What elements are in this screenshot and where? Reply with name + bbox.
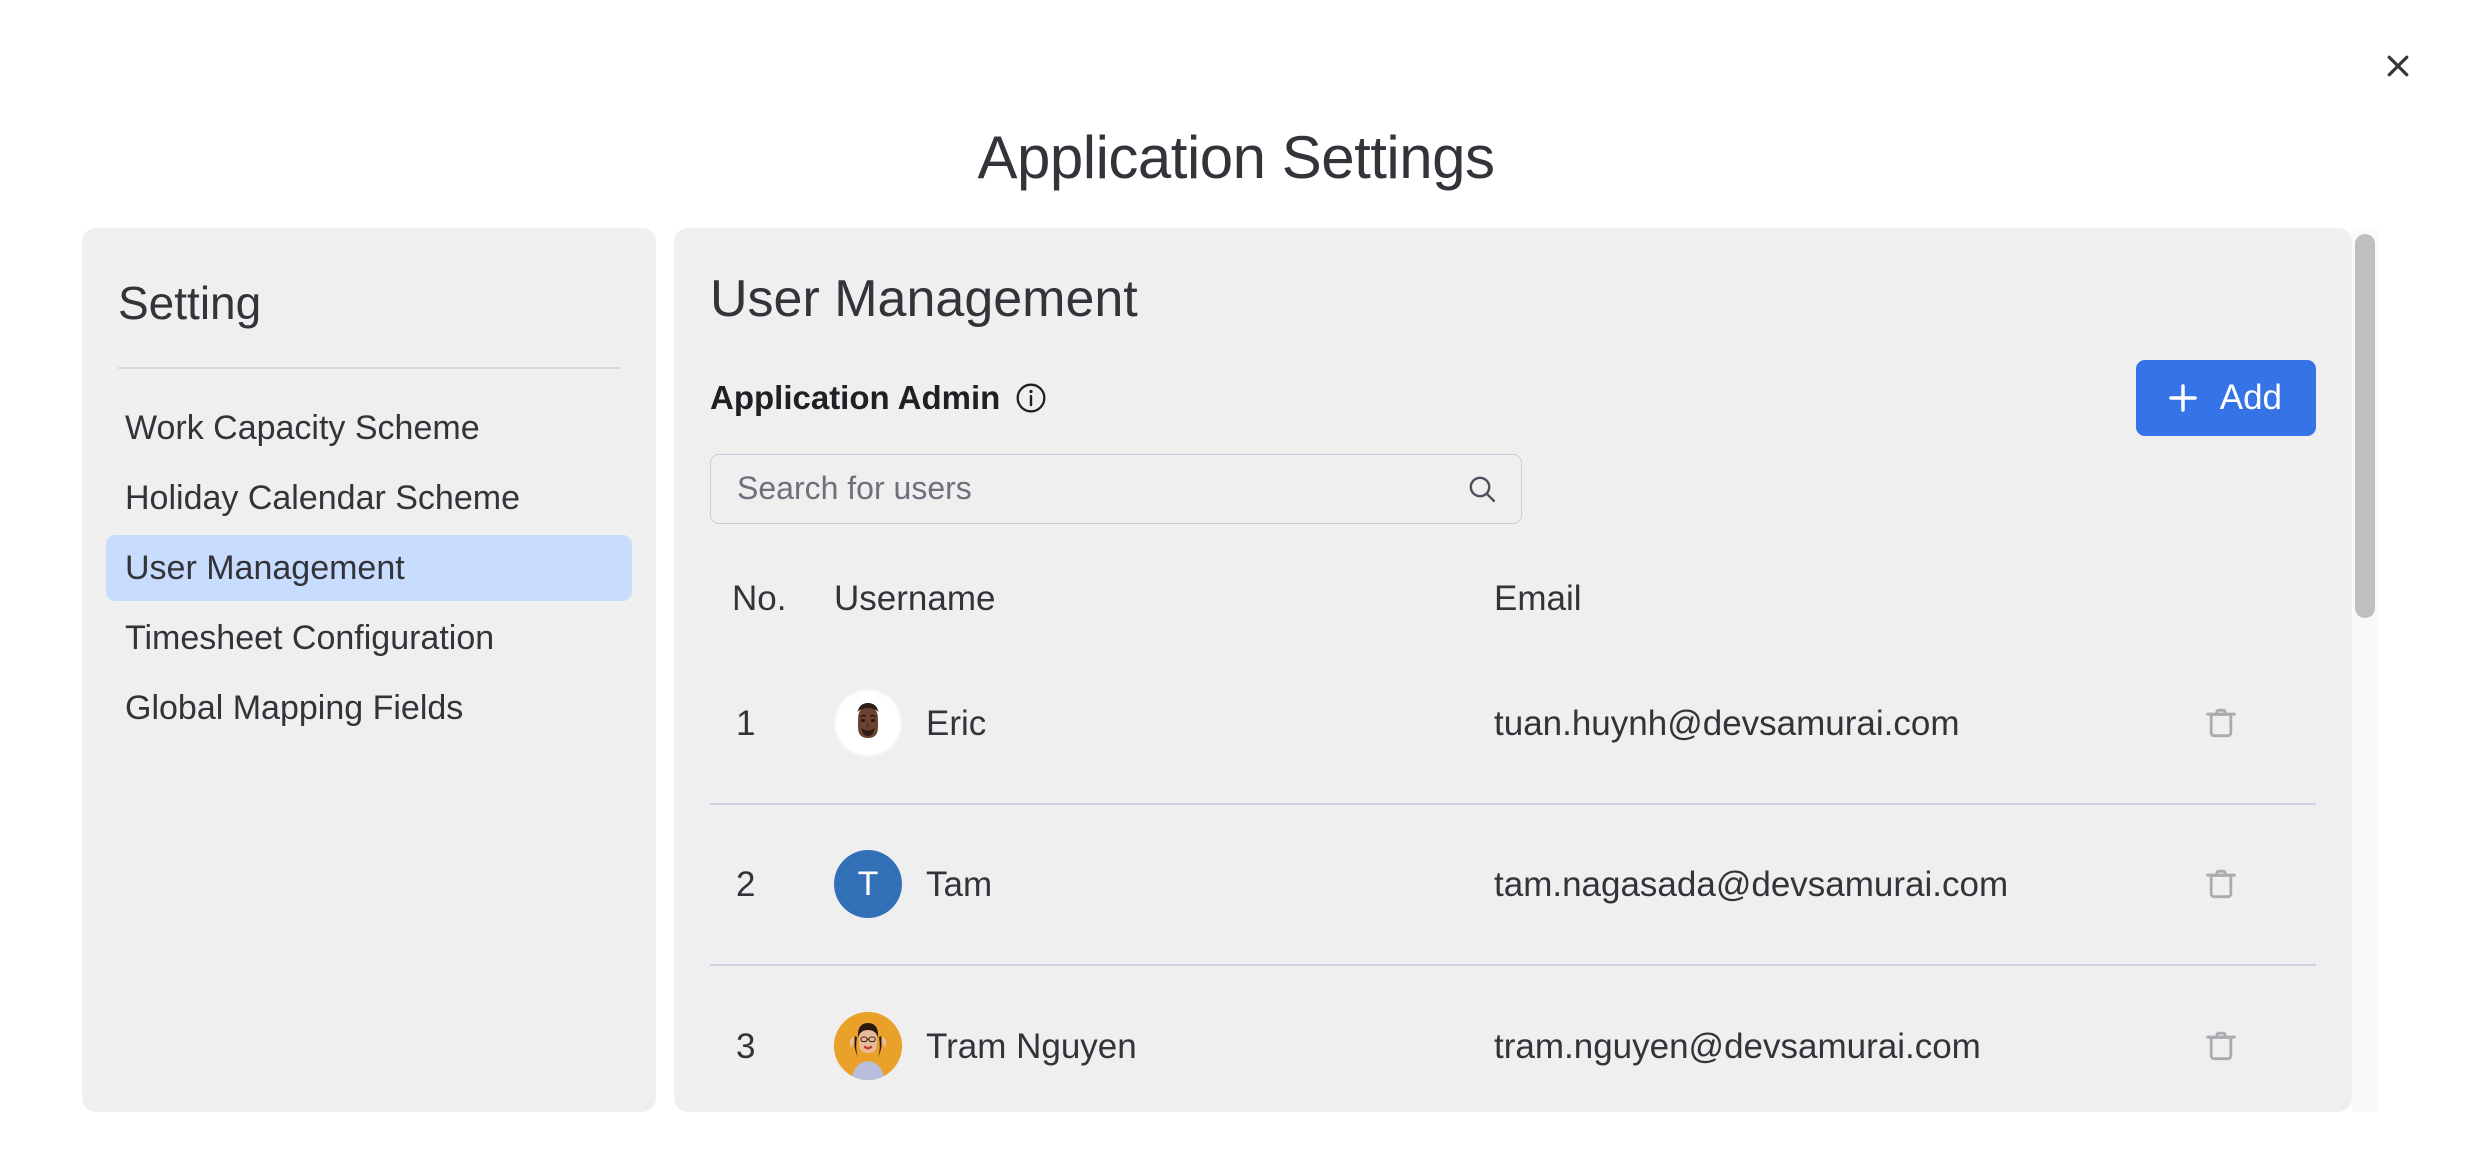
- sidebar-item-work-capacity-scheme[interactable]: Work Capacity Scheme: [106, 395, 632, 461]
- sidebar-item-label: User Management: [125, 551, 405, 585]
- sidebar-item-label: Holiday Calendar Scheme: [125, 481, 520, 515]
- sidebar-title: Setting: [118, 278, 656, 329]
- user-search-box[interactable]: [710, 454, 1522, 524]
- row-number: 2: [710, 867, 806, 902]
- row-number: 3: [710, 1029, 806, 1064]
- sidebar-item-user-management[interactable]: User Management: [106, 535, 632, 601]
- content-title: User Management: [710, 270, 2316, 330]
- sidebar-list: Work Capacity Scheme Holiday Calendar Sc…: [82, 395, 656, 741]
- info-circle-icon[interactable]: [1014, 381, 1048, 415]
- row-number: 1: [710, 706, 806, 741]
- delete-user-button[interactable]: [2196, 859, 2246, 909]
- row-email: tram.nguyen@devsamurai.com: [1494, 1029, 2196, 1064]
- avatar: [834, 1012, 902, 1080]
- avatar-photo-icon: [834, 1012, 902, 1080]
- trash-icon: [2202, 1027, 2240, 1065]
- table-row[interactable]: 3: [710, 966, 2316, 1112]
- avatar-initial: T: [858, 865, 879, 904]
- search-icon[interactable]: [1465, 472, 1499, 506]
- avatar-illustration-icon: [834, 689, 902, 757]
- content-panel: User Management Application Admin: [674, 228, 2352, 1112]
- row-actions: [2196, 1021, 2316, 1071]
- row-actions: [2196, 859, 2316, 909]
- row-user-cell: Eric: [806, 689, 1494, 757]
- column-header-no: No.: [710, 581, 806, 616]
- row-email: tuan.huynh@devsamurai.com: [1494, 706, 2196, 741]
- sidebar-item-global-mapping-fields[interactable]: Global Mapping Fields: [106, 675, 632, 741]
- dialog-body: Setting Work Capacity Scheme Holiday Cal…: [0, 228, 2472, 1114]
- application-settings-dialog: Application Settings Setting Work Capaci…: [0, 0, 2472, 1170]
- delete-user-button[interactable]: [2196, 1021, 2246, 1071]
- row-user-cell: T Tam: [806, 850, 1494, 918]
- table-header-row: No. Username Email: [710, 554, 2316, 644]
- table-row[interactable]: 1: [710, 644, 2316, 805]
- admin-section-label: Application Admin: [710, 381, 1000, 414]
- trash-icon: [2202, 704, 2240, 742]
- settings-sidebar: Setting Work Capacity Scheme Holiday Cal…: [82, 228, 656, 1112]
- column-header-email: Email: [1494, 581, 2196, 616]
- avatar: T: [834, 850, 902, 918]
- sidebar-item-holiday-calendar-scheme[interactable]: Holiday Calendar Scheme: [106, 465, 632, 531]
- sidebar-divider: [118, 367, 620, 369]
- row-username: Tram Nguyen: [926, 1029, 1137, 1064]
- add-user-button[interactable]: Add: [2136, 360, 2316, 436]
- trash-icon: [2202, 865, 2240, 903]
- sidebar-item-label: Timesheet Configuration: [125, 621, 494, 655]
- table-row[interactable]: 2 T Tam tam.nagasada@devsamurai.com: [710, 805, 2316, 966]
- delete-user-button[interactable]: [2196, 698, 2246, 748]
- plus-icon: [2164, 379, 2202, 417]
- sidebar-item-label: Global Mapping Fields: [125, 691, 463, 725]
- close-icon: [2383, 51, 2413, 81]
- search-input[interactable]: [711, 455, 1521, 523]
- avatar: [834, 689, 902, 757]
- column-header-username: Username: [806, 581, 1494, 616]
- row-actions: [2196, 698, 2316, 748]
- row-email: tam.nagasada@devsamurai.com: [1494, 867, 2196, 902]
- add-button-label: Add: [2220, 380, 2282, 415]
- row-username: Eric: [926, 706, 986, 741]
- admin-section-header: Application Admin: [710, 360, 2316, 436]
- content-scrollbar-thumb[interactable]: [2355, 234, 2375, 618]
- row-username: Tam: [926, 867, 992, 902]
- sidebar-item-timesheet-configuration[interactable]: Timesheet Configuration: [106, 605, 632, 671]
- row-user-cell: Tram Nguyen: [806, 1012, 1494, 1080]
- page-title: Application Settings: [0, 128, 2472, 188]
- users-table: No. Username Email 1: [710, 554, 2316, 1112]
- close-button[interactable]: [2372, 40, 2424, 92]
- sidebar-item-label: Work Capacity Scheme: [125, 411, 480, 445]
